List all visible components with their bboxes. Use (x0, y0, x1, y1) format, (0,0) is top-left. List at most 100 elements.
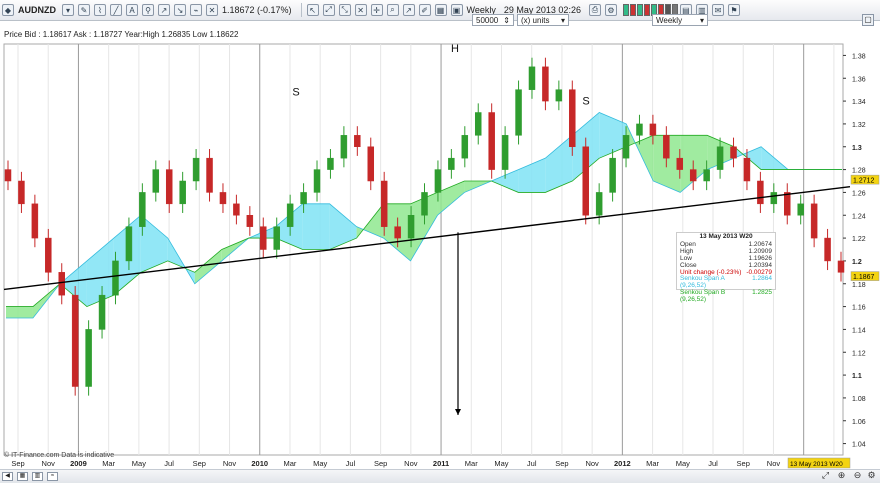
candle-body (58, 272, 65, 296)
candle-body (18, 180, 25, 205)
y-tick-label: 1.36 (852, 76, 866, 83)
candle-body (313, 169, 321, 193)
candle-body (703, 169, 710, 182)
candle-body (233, 203, 240, 216)
expand-icon[interactable]: ⤢ (322, 4, 335, 16)
cross-icon[interactable]: ✛ (370, 4, 383, 16)
candle-body (152, 169, 160, 193)
grid-icon[interactable]: ▦ (434, 4, 447, 16)
period-select[interactable]: Weekly ▾ (652, 14, 708, 26)
legend-value: 1.2825 (752, 289, 772, 297)
candle-body (515, 89, 522, 136)
candle-body (273, 226, 280, 250)
y-tick-label: 1.18 (852, 282, 866, 289)
candle-body (246, 215, 254, 227)
note-icon[interactable]: ✉ (711, 4, 724, 16)
pen-icon[interactable]: ✐ (418, 4, 431, 16)
candle-body (31, 203, 39, 239)
units-select[interactable]: (x) units ▾ (517, 14, 569, 26)
candle-body (528, 66, 536, 90)
y-tick-label: 1.12 (852, 350, 866, 357)
legend-row: Senkou Span A (9,26,52) 1.2864 (680, 276, 772, 290)
arrow-tool-icon[interactable]: ↖ (306, 4, 319, 16)
instrument-icon[interactable]: ◆ (2, 4, 14, 16)
fit-icon[interactable]: ⤢ (820, 470, 831, 481)
candle-body (622, 135, 630, 159)
candle-body (165, 169, 173, 205)
period-value: Weekly (656, 15, 683, 25)
x-tick-label: Mar (102, 459, 115, 468)
cursor-date-label: 13 May 2013 W20 (790, 461, 843, 468)
save-icon[interactable]: ▣ (450, 4, 463, 16)
x-tick-label: May (313, 459, 327, 468)
data-source-note: © IT-Finance.com Data is indicative (4, 452, 115, 459)
indicator-icon[interactable]: ≈ (47, 472, 58, 481)
candle-body (689, 169, 697, 182)
legend-title: 13 May 2013 W20 (699, 233, 753, 240)
x-tick-label: May (132, 459, 146, 468)
pattern-label-head: H (451, 43, 459, 55)
candle-body (730, 146, 737, 159)
alert-icon[interactable]: ⚑ (727, 4, 740, 16)
bid-label: Bid : 1.18617 (24, 30, 72, 39)
quantity-select[interactable]: 50000 ⇕ (472, 14, 514, 26)
zoom-in-icon[interactable]: ⊕ (836, 470, 847, 481)
maximize-icon[interactable]: ▢ (862, 14, 874, 26)
scroll-left-icon[interactable]: ◀ (2, 472, 13, 481)
ohlc-legend: 13 May 2013 W20 Open 1.20674 High 1.20909 Lo… (676, 232, 776, 303)
multiply-icon[interactable]: ✕ (354, 4, 367, 16)
candle-body (112, 260, 119, 296)
ruler-icon[interactable]: ⌇ (94, 4, 106, 16)
trend-tool-icon[interactable]: ↘ (174, 4, 186, 16)
price-change-label: 1.18672 (-0.17%) (222, 5, 292, 15)
text-tool-icon[interactable]: A (126, 4, 138, 16)
x-tick-label: Sep (11, 459, 24, 468)
x-tick-label: May (676, 459, 690, 468)
x-tick-label: Nov (585, 459, 599, 468)
candle-body (45, 237, 52, 273)
candle-body (300, 192, 307, 205)
settings-icon[interactable]: ⚙ (604, 4, 617, 16)
candle-body (71, 294, 79, 387)
x-tick-label: Mar (284, 459, 297, 468)
line-tool-icon[interactable]: ╱ (110, 4, 122, 16)
y-tick-label: 1.22 (852, 236, 866, 243)
candle-body (421, 192, 428, 216)
close-icon[interactable]: ✕ (206, 4, 218, 16)
candle-body (219, 192, 227, 205)
candle-body (340, 135, 348, 159)
zoom-icon[interactable]: ⌕ (386, 4, 399, 16)
ichimoku-cloud-segment (329, 203, 357, 250)
x-tick-label: Sep (555, 459, 568, 468)
x-tick-label: Sep (374, 459, 387, 468)
ask-label: Ask : 1.18727 (73, 30, 123, 39)
x-tick-label: Sep (737, 459, 750, 468)
candle-body (770, 192, 778, 205)
candle-body (555, 89, 563, 102)
zoom-out-icon[interactable]: ⊖ (852, 470, 863, 481)
x-tick-label: 2010 (251, 459, 268, 468)
settings-icon[interactable]: ⚙ (866, 470, 877, 481)
bottom-toolbar: ◀ ▦ ▥ ≈ (0, 469, 880, 483)
candle-body (716, 146, 724, 170)
dropdown-arrow-icon[interactable]: ▾ (62, 4, 74, 16)
y-tick-label: 1.3 (852, 145, 862, 152)
symbol-label: AUDNZD (18, 5, 56, 15)
x-tick-label: Jul (708, 459, 718, 468)
cursor-icon[interactable]: ↗ (402, 4, 415, 16)
draw-tool-icon[interactable]: ⌁ (190, 4, 202, 16)
target-arrow-head (455, 409, 461, 416)
pattern-label-right-shoulder: S (582, 96, 589, 108)
grid-toggle-icon[interactable]: ▦ (17, 472, 28, 481)
candle-body (125, 226, 133, 262)
print-icon[interactable]: ⎙ (588, 4, 601, 16)
x-tick-label: Nov (767, 459, 781, 468)
ichimoku-cloud-segment (545, 135, 573, 193)
units-value: (x) units (521, 15, 550, 25)
pencil-icon[interactable]: ✎ (78, 4, 90, 16)
volume-toggle-icon[interactable]: ▥ (32, 472, 43, 481)
candle-body (98, 294, 106, 330)
search-icon[interactable]: ⚲ (142, 4, 154, 16)
collapse-icon[interactable]: ⤡ (338, 4, 351, 16)
ray-tool-icon[interactable]: ↗ (158, 4, 170, 16)
